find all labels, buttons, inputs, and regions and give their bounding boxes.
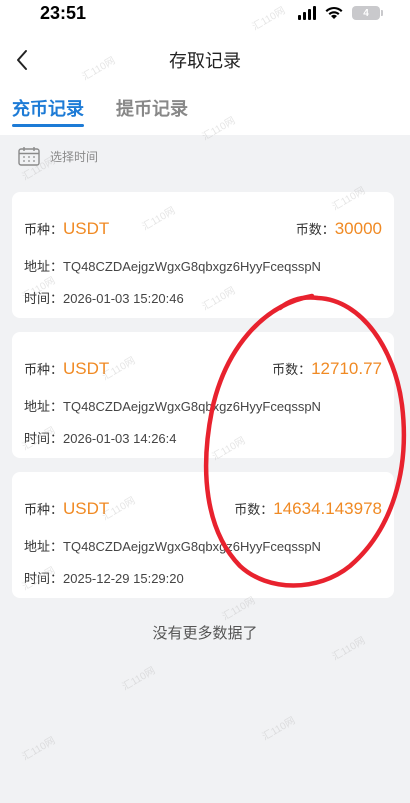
coin-value: USDT [63, 499, 110, 518]
amount-label: 币数： [295, 222, 335, 237]
signal-icon [298, 6, 316, 20]
record-card[interactable]: 币种：USDT 币数：12710.77 地址：TQ48CZDAejgzWgxG8… [12, 332, 394, 458]
address-label: 地址： [24, 259, 64, 274]
coin-value: USDT [63, 359, 110, 378]
time-label: 时间： [24, 291, 64, 306]
calendar-icon [18, 147, 40, 166]
coin-label: 币种： [24, 362, 64, 377]
watermark: 汇110网 [120, 665, 158, 693]
amount-value: 12710.77 [311, 359, 382, 378]
time-label: 时间： [24, 571, 64, 586]
watermark: 汇110网 [260, 715, 298, 743]
no-more-data-text: 没有更多数据了 [152, 625, 258, 642]
date-filter[interactable]: 选择时间 [18, 146, 98, 166]
address-label: 地址： [24, 539, 64, 554]
date-filter-label: 选择时间 [50, 149, 99, 164]
time-value: 2025-12-29 15:29:20 [63, 571, 184, 586]
watermark: 汇110网 [20, 735, 58, 763]
wifi-icon [325, 6, 343, 19]
amount-value: 30000 [334, 219, 382, 238]
address-value: TQ48CZDAejgzWgxG8qbxgz6HyyFceqsspN [63, 259, 321, 274]
status-bar: 23:51 4 [0, 0, 410, 30]
amount-value: 14634.143978 [273, 499, 382, 518]
address-label: 地址： [24, 399, 64, 414]
coin-label: 币种： [24, 502, 64, 517]
status-time: 23:51 [40, 3, 87, 23]
coin-value: USDT [63, 219, 110, 238]
amount-label: 币数： [234, 502, 274, 517]
tab-withdraw-records[interactable]: 提币记录 [116, 95, 188, 129]
battery-icon: 4 [352, 6, 383, 20]
amount-label: 币数： [272, 362, 312, 377]
address-value: TQ48CZDAejgzWgxG8qbxgz6HyyFceqsspN [63, 399, 321, 414]
time-value: 2026-01-03 15:20:46 [63, 291, 184, 306]
time-label: 时间： [24, 431, 64, 446]
record-card[interactable]: 币种：USDT 币数：14634.143978 地址：TQ48CZDAejgzW… [12, 472, 394, 598]
tab-bar: 充币记录 提币记录 [12, 95, 188, 129]
time-value: 2026-01-03 14:26:4 [63, 431, 177, 446]
nav-bar: 存取记录 [0, 40, 410, 80]
tab-deposit-records[interactable]: 充币记录 [12, 95, 84, 129]
status-icons: 4 [298, 6, 383, 20]
top-area: 23:51 4 存取记录 充币记录 提币记录 [0, 0, 410, 135]
page-title: 存取记录 [169, 51, 241, 71]
coin-label: 币种： [24, 222, 64, 237]
address-value: TQ48CZDAejgzWgxG8qbxgz6HyyFceqsspN [63, 539, 321, 554]
record-card[interactable]: 币种：USDT 币数：30000 地址：TQ48CZDAejgzWgxG8qbx… [12, 192, 394, 318]
